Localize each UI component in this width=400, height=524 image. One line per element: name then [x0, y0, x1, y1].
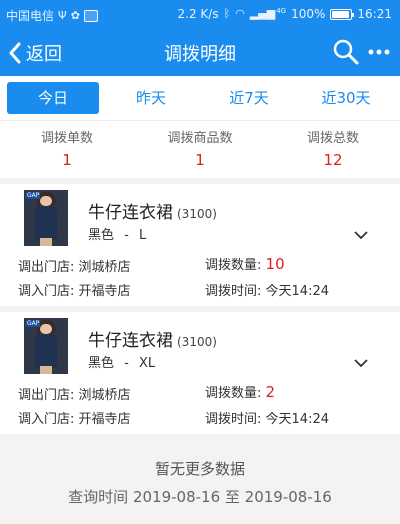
product-size: XL — [139, 356, 156, 371]
out-store-row: 调出门店: 浏城桥店 — [18, 384, 131, 403]
product-code: (3100) — [177, 335, 217, 349]
in-store-value: 开福寺店 — [78, 412, 131, 427]
in-store-row: 调入门店: 开福寺店 — [18, 408, 131, 427]
transfer-record-card[interactable]: GAP 牛仔连衣裙 (3100) 黑色 - XL 调出门店: 浏城桥店 调拨数量:… — [0, 312, 400, 434]
battery-percent: 100% — [291, 7, 326, 21]
in-store-value: 开福寺店 — [78, 284, 131, 299]
quantity-row: 调拨数量: 10 — [205, 254, 285, 273]
product-spec: 黑色 - XL — [88, 352, 155, 371]
no-more-data-text: 暂无更多数据 — [154, 460, 245, 478]
battery-icon — [330, 8, 355, 20]
product-color: 黑色 — [88, 356, 115, 371]
clock: 16:21 — [357, 7, 392, 21]
in-store-label: 调入门店: — [18, 412, 75, 427]
product-code: (3100) — [177, 207, 217, 221]
date-range-tabs: 今日 昨天 近7天 近30天 — [0, 76, 400, 120]
out-store-value: 浏城桥店 — [78, 260, 131, 275]
spec-separator: - — [124, 228, 129, 243]
quantity-value: 10 — [265, 255, 285, 273]
usb-icon: Ψ — [58, 8, 67, 22]
out-store-label: 调出门店: — [18, 388, 75, 403]
navigation-bar: 返回 调拨明细 — [0, 30, 400, 76]
transfer-time-value: 今天14:24 — [265, 412, 329, 427]
top-bar: 中国电信 Ψ ✿ 2.2 K/s ᛒ ◠ ▂▄▆ 4G 100% 16:21 返… — [0, 0, 400, 76]
query-time-range: 查询时间 2019-08-16 至 2019-08-16 — [68, 488, 332, 506]
transfer-time-value: 今天14:24 — [265, 284, 329, 299]
message-icon — [83, 9, 98, 22]
product-name: 牛仔连衣裙 — [88, 331, 173, 351]
in-store-row: 调入门店: 开福寺店 — [18, 280, 131, 299]
wifi-icon: ◠ — [235, 7, 245, 20]
quantity-label: 调拨数量: — [205, 386, 262, 401]
bluetooth-icon: ᛒ — [223, 7, 231, 20]
stat-label: 调拨单数 — [40, 131, 93, 146]
out-store-row: 调出门店: 浏城桥店 — [18, 256, 131, 275]
carrier-label: 中国电信 — [6, 9, 55, 23]
signal-icon: ▂▄▆ — [249, 7, 276, 20]
out-store-value: 浏城桥店 — [78, 388, 131, 403]
quantity-row: 调拨数量: 2 — [205, 382, 275, 401]
tab-last-30-days[interactable]: 近30天 — [300, 82, 392, 114]
transfer-record-card[interactable]: GAP 牛仔连衣裙 (3100) 黑色 - L 调出门店: 浏城桥店 调拨数量: … — [0, 184, 400, 306]
transfer-time-row: 调拨时间: 今天14:24 — [205, 408, 329, 427]
in-store-label: 调入门店: — [18, 284, 75, 299]
chevron-down-icon[interactable] — [354, 359, 368, 367]
network-type: 4G — [276, 7, 287, 15]
product-name-row: 牛仔连衣裙 (3100) — [88, 198, 217, 223]
tab-last-7-days[interactable]: 近7天 — [203, 82, 295, 114]
stat-label: 调拨商品数 — [167, 131, 233, 146]
tab-today[interactable]: 今日 — [7, 82, 99, 114]
search-icon[interactable] — [332, 38, 360, 66]
tab-yesterday[interactable]: 昨天 — [105, 82, 197, 114]
product-spec: 黑色 - L — [88, 224, 146, 243]
product-thumbnail: GAP — [24, 190, 68, 246]
product-color: 黑色 — [88, 228, 115, 243]
transfer-time-row: 调拨时间: 今天14:24 — [205, 280, 329, 299]
stat-transfer-total: 调拨总数 12 — [268, 127, 398, 169]
stat-label: 调拨总数 — [306, 131, 359, 146]
product-name-row: 牛仔连衣裙 (3100) — [88, 326, 217, 351]
transfer-time-label: 调拨时间: — [205, 284, 262, 299]
network-speed: 2.2 K/s — [177, 7, 219, 21]
out-store-label: 调出门店: — [18, 260, 75, 275]
product-thumbnail: GAP — [24, 318, 68, 374]
quantity-label: 调拨数量: — [205, 258, 262, 273]
stat-transfer-products: 调拨商品数 1 — [135, 127, 265, 169]
stat-transfer-orders: 调拨单数 1 — [2, 127, 132, 169]
status-bar: 中国电信 Ψ ✿ 2.2 K/s ᛒ ◠ ▂▄▆ 4G 100% 16:21 — [0, 0, 400, 30]
product-name: 牛仔连衣裙 — [88, 203, 173, 223]
stat-value: 12 — [323, 151, 343, 169]
app-notification-icon: ✿ — [70, 8, 80, 22]
stat-value: 1 — [195, 151, 205, 169]
transfer-time-label: 调拨时间: — [205, 412, 262, 427]
spec-separator: - — [124, 356, 129, 371]
summary-stats: 调拨单数 1 调拨商品数 1 调拨总数 12 — [0, 120, 400, 178]
product-size: L — [139, 228, 147, 243]
chevron-down-icon[interactable] — [354, 231, 368, 239]
quantity-value: 2 — [265, 383, 276, 401]
stat-value: 1 — [62, 151, 72, 169]
more-icon[interactable] — [368, 48, 390, 56]
